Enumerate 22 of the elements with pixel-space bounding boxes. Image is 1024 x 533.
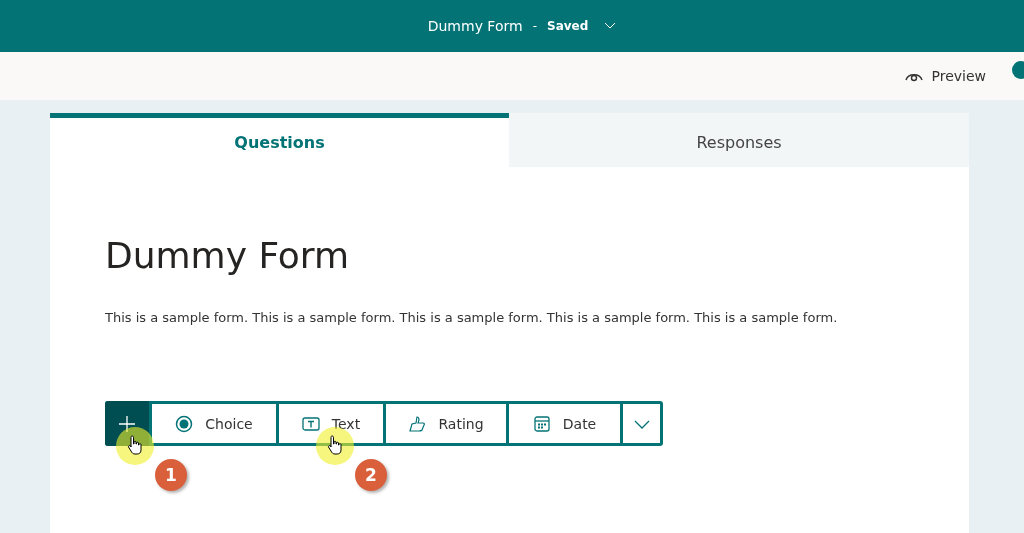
- step-badge: 2: [355, 459, 387, 491]
- date-button[interactable]: Date: [509, 404, 620, 443]
- title-separator: -: [532, 19, 537, 33]
- preview-button[interactable]: Preview: [931, 68, 986, 84]
- rating-button[interactable]: Rating: [386, 404, 506, 443]
- radio-icon: [175, 414, 194, 433]
- tab[interactable]: Responses: [509, 113, 969, 167]
- text-icon: [301, 414, 320, 433]
- add-question-button[interactable]: [105, 401, 149, 446]
- thumbs-up-icon: [408, 414, 427, 433]
- plus-icon: [118, 414, 136, 433]
- chevron-down-icon[interactable]: [604, 22, 617, 30]
- hand-cursor-icon: [327, 435, 343, 455]
- form-description: This is a sample form. This is a sample form. This is a sample form. This is a sample form. This is a sample form.: [105, 310, 839, 325]
- text-button[interactable]: Text: [279, 404, 383, 443]
- choice-button[interactable]: Choice: [152, 404, 276, 443]
- calendar-icon: [532, 414, 551, 433]
- step-badge: 1: [155, 459, 187, 491]
- save-status: Saved: [547, 19, 589, 33]
- hand-cursor-icon: [127, 435, 143, 455]
- form-title: Dummy Form: [427, 18, 523, 34]
- form-heading: Dummy Form: [105, 235, 350, 276]
